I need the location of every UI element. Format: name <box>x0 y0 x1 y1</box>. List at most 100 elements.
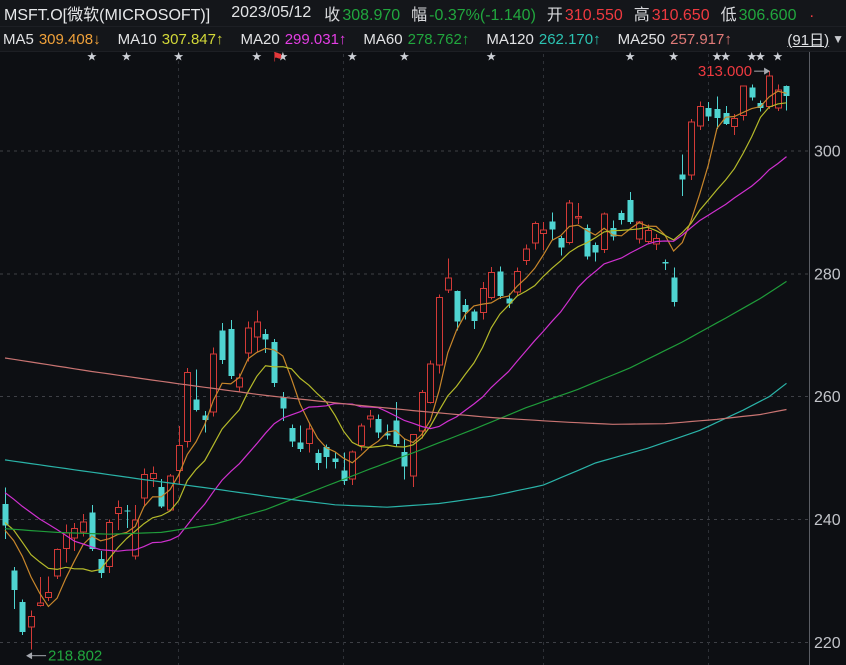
dropdown-icon[interactable]: ▼ <box>832 32 844 46</box>
candle <box>775 84 782 112</box>
candle <box>228 319 235 379</box>
quote-field: 收 308.970 <box>324 7 400 24</box>
candle <box>514 267 521 296</box>
annotations: 313.000 218.802 <box>26 63 771 665</box>
candle <box>566 200 573 245</box>
candle-body <box>749 87 756 98</box>
ma-label: MA250 <box>617 30 666 48</box>
period-selector[interactable]: (91日) ▼ <box>787 29 844 50</box>
candle <box>436 294 443 374</box>
candle-body <box>436 297 443 366</box>
candle-body <box>219 330 226 360</box>
candle-body <box>445 277 452 291</box>
candle-body <box>532 222 539 244</box>
candle <box>480 281 487 320</box>
y-axis-tick: 280 <box>814 266 841 283</box>
candle <box>11 566 18 610</box>
candle <box>783 85 790 111</box>
candle <box>618 210 625 225</box>
candle <box>766 71 773 110</box>
quote-field: 开 310.550 <box>547 7 623 24</box>
candle-body <box>671 277 678 303</box>
ma-value: 257.917↑ <box>670 30 732 48</box>
ma-legend-bar: MA5 309.408↓ MA10 307.847↑ MA20 299.031↑ MA60 2… <box>0 27 846 52</box>
candle-body <box>54 548 61 577</box>
quote-field-value: 310.650 <box>651 7 710 24</box>
candle-body <box>19 601 26 632</box>
candle <box>688 119 695 180</box>
candle <box>184 367 191 448</box>
ma-legend-item: MA5 309.408↓ <box>3 31 101 48</box>
candle <box>471 309 478 330</box>
price-gridlines <box>0 150 808 643</box>
ma-legend-item: MA250 257.917↑ <box>618 31 732 48</box>
candle <box>297 425 304 452</box>
candle <box>54 548 61 580</box>
candle <box>254 310 261 353</box>
quote-field-label: 收 <box>324 7 341 24</box>
quote-field-value: 306.600 <box>738 7 797 24</box>
candle-body <box>618 213 625 220</box>
candle <box>115 500 122 530</box>
ma-value: 299.031↑ <box>284 30 347 48</box>
candle-body <box>480 287 487 314</box>
stock-chart-window: MSFT.O[微软(MICROSOFT)] 2023/05/12 收 308.97… <box>0 0 846 665</box>
candle-body <box>245 327 252 354</box>
period-label[interactable]: (91日) <box>787 29 829 50</box>
y-axis-tick: 300 <box>814 144 841 161</box>
quote-fields: 收 308.970 幅 -0.37%(-1.140) 开 310.550 高 310.650 低… <box>324 1 807 25</box>
candle <box>19 599 26 635</box>
ma20-line <box>4 156 787 552</box>
ma-label: MA10 <box>117 30 157 48</box>
candle-body <box>193 399 200 411</box>
candle-body <box>592 244 599 253</box>
quote-field: 幅 -0.37%(-1.140) <box>411 7 536 24</box>
quote-field-value: 308.970 <box>342 7 401 24</box>
candle <box>592 242 599 262</box>
candle <box>419 389 426 439</box>
candle <box>427 360 434 404</box>
high-price-label: 313.000 <box>698 63 752 80</box>
candle-body <box>358 425 365 446</box>
ma-legend-item: MA60 278.762↑ <box>363 31 469 48</box>
candle-body <box>471 311 478 322</box>
quote-field-label: 开 <box>546 7 563 24</box>
candle-body <box>228 329 235 376</box>
ma-label: MA120 <box>486 30 534 48</box>
candle-body <box>636 221 643 240</box>
ma10-line <box>4 102 787 572</box>
y-axis-tick: 220 <box>814 635 841 652</box>
candle <box>289 424 296 448</box>
candlestick-series <box>2 71 790 650</box>
quote-field: 低 306.600 <box>721 7 797 24</box>
candle <box>167 474 174 511</box>
candle-body <box>697 106 704 127</box>
candle-body <box>558 238 565 248</box>
ma-value: 307.847↑ <box>161 30 224 48</box>
ma-value: 262.170↑ <box>538 30 601 48</box>
candle <box>63 524 70 563</box>
candle <box>549 212 556 241</box>
candle-body <box>315 453 322 463</box>
candle <box>445 258 452 293</box>
y-axis: 300 280 260 240 220 <box>809 52 841 665</box>
candle-body <box>540 229 547 234</box>
clipped-text-fragment: . <box>809 4 814 21</box>
candle <box>558 235 565 256</box>
candle-body <box>297 442 304 449</box>
candle-body <box>115 507 122 514</box>
ma60-line <box>4 280 787 535</box>
candlestick-chart[interactable]: 300280260240220★ ★ ★ ★ ★ ★ ★ ★ ★ ★ ★★ ★★ ★⚑313.00021… <box>0 0 846 665</box>
candle-body <box>731 117 738 128</box>
quote-header: MSFT.O[微软(MICROSOFT)] 2023/05/12 收 308.97… <box>0 0 846 27</box>
candle-body <box>254 321 261 338</box>
candle-body <box>714 109 721 118</box>
candle-body <box>271 342 278 384</box>
y-axis-tick: 240 <box>814 512 841 529</box>
candle <box>462 299 469 320</box>
candle-body <box>150 472 157 479</box>
candle <box>71 523 78 551</box>
candle <box>124 504 131 529</box>
quote-field-label: 幅 <box>411 7 428 24</box>
candle <box>532 221 539 250</box>
